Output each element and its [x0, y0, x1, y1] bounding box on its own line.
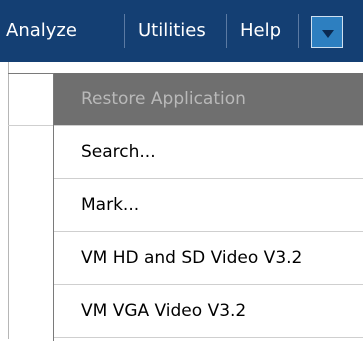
menu-separator: [298, 14, 299, 48]
menu-item-restore-application: Restore Application: [54, 73, 363, 126]
menu-help[interactable]: Help: [240, 0, 281, 62]
chevron-down-icon: [322, 30, 334, 38]
dropdown-menu: Restore Application Search... Mark... VM…: [53, 73, 363, 341]
menu-item-mark[interactable]: Mark...: [54, 179, 363, 232]
menu-bar: Analyze Utilities Help: [0, 0, 363, 62]
menu-dropdown-button[interactable]: [311, 16, 343, 48]
menu-item-search[interactable]: Search...: [54, 126, 363, 179]
menu-separator: [124, 14, 125, 48]
menu-separator: [226, 14, 227, 48]
menu-item-vm-hd-sd-video[interactable]: VM HD and SD Video V3.2: [54, 232, 363, 285]
menu-analyze[interactable]: Analyze: [6, 0, 77, 62]
menu-utilities[interactable]: Utilities: [138, 0, 206, 62]
left-panel-row: [8, 73, 53, 126]
menu-item-vm-vga-video[interactable]: VM VGA Video V3.2: [54, 285, 363, 338]
